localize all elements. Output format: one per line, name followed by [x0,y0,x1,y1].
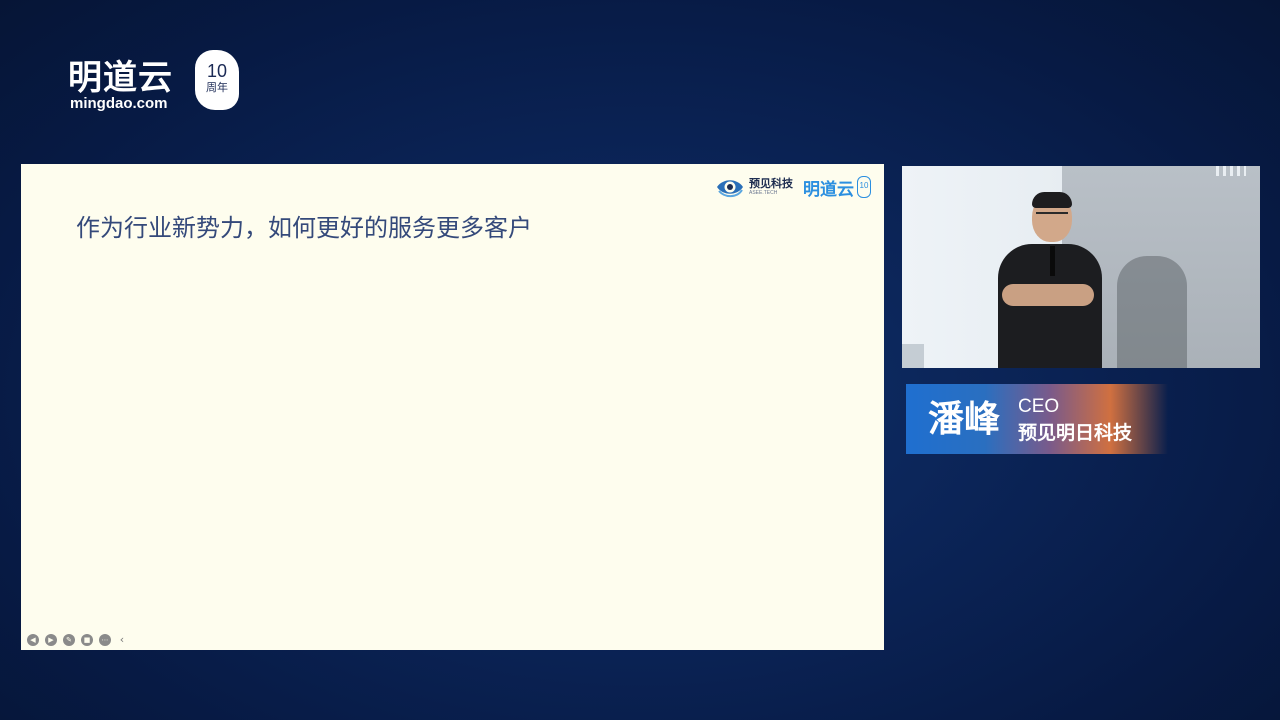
anniversary-badge: 10 周年 [195,50,239,110]
slide-controls: ◀ ▶ ✎ ■ ⋯ ‹ [27,634,127,646]
speaker-name: 潘峰 [928,399,1001,440]
partner-subtitle: ASEE.TECH [749,190,778,196]
prev-icon[interactable]: ◀ [27,634,39,646]
slide-logos: 预见科技 ASEE.TECH 明道云 10 [715,174,871,200]
play-icon[interactable]: ▶ [45,634,57,646]
speaker-video [902,166,1260,368]
partner-name: 预见科技 [749,177,793,190]
microphone-icon [1050,246,1055,276]
host-logo: 明道云 10 [803,175,871,200]
brand-name: 明道云 [68,58,173,98]
partner-logo: 预见科技 ASEE.TECH [715,176,793,198]
brand-domain: mingdao.com [70,95,168,112]
speaker-company: 预见明日科技 [1018,422,1133,444]
eye-logo-icon [717,180,743,198]
anniversary-number: 10 [206,61,228,81]
slide-title: 作为行业新势力，如何更好的服务更多客户 [76,214,532,242]
chevron-left-icon[interactable]: ‹ [117,634,127,646]
more-icon[interactable]: ⋯ [99,634,111,646]
camera-icon[interactable]: ■ [81,634,93,646]
presentation-slide: 作为行业新势力，如何更好的服务更多客户 预见科技 ASEE.TECH 明道云 1… [21,164,884,650]
pen-icon[interactable]: ✎ [63,634,75,646]
host-name: 明道云 [803,179,854,200]
speaker-name-banner: 潘峰 CEO 预见明日科技 [906,384,1168,454]
livestream-stage: 明道云 mingdao.com 10 周年 作为行业新势力，如何更好的服务更多客… [0,0,1280,720]
speaker-title: CEO [1018,396,1060,417]
host-badge: 10 [857,176,871,198]
mingdao-logo: 明道云 mingdao.com 10 周年 [68,50,248,116]
anniversary-text: 周年 [206,81,228,94]
